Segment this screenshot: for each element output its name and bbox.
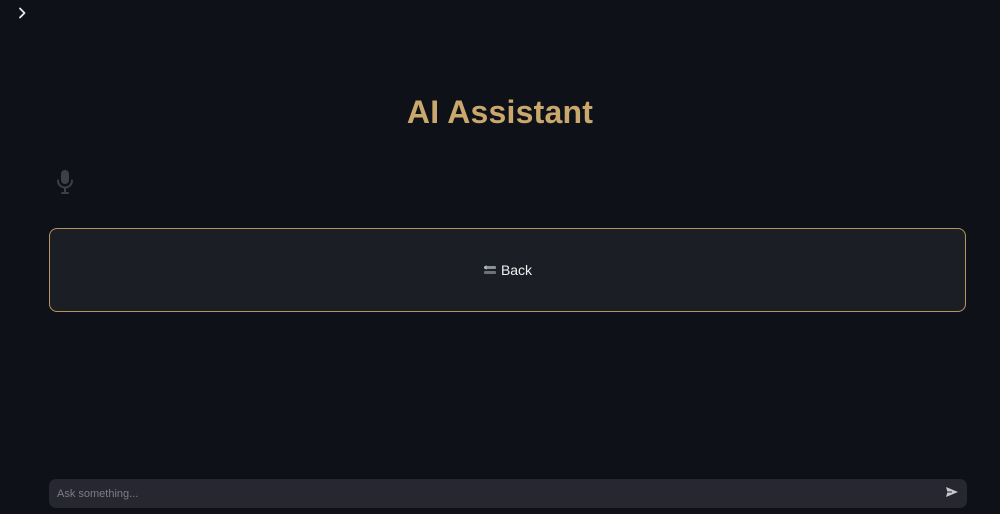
page-title: AI Assistant — [406, 94, 594, 130]
chat-input[interactable] — [49, 479, 937, 508]
chat-input-bar — [49, 479, 967, 508]
microphone-button[interactable] — [54, 169, 76, 200]
chevron-right-icon — [17, 6, 27, 24]
microphone-icon — [55, 169, 75, 200]
back-button-label: Back — [500, 262, 533, 278]
sidebar-toggle-button[interactable] — [12, 5, 32, 25]
send-icon — [945, 485, 959, 503]
back-button[interactable]: Back — [49, 228, 966, 312]
back-icon — [483, 264, 497, 276]
send-button[interactable] — [937, 479, 967, 508]
